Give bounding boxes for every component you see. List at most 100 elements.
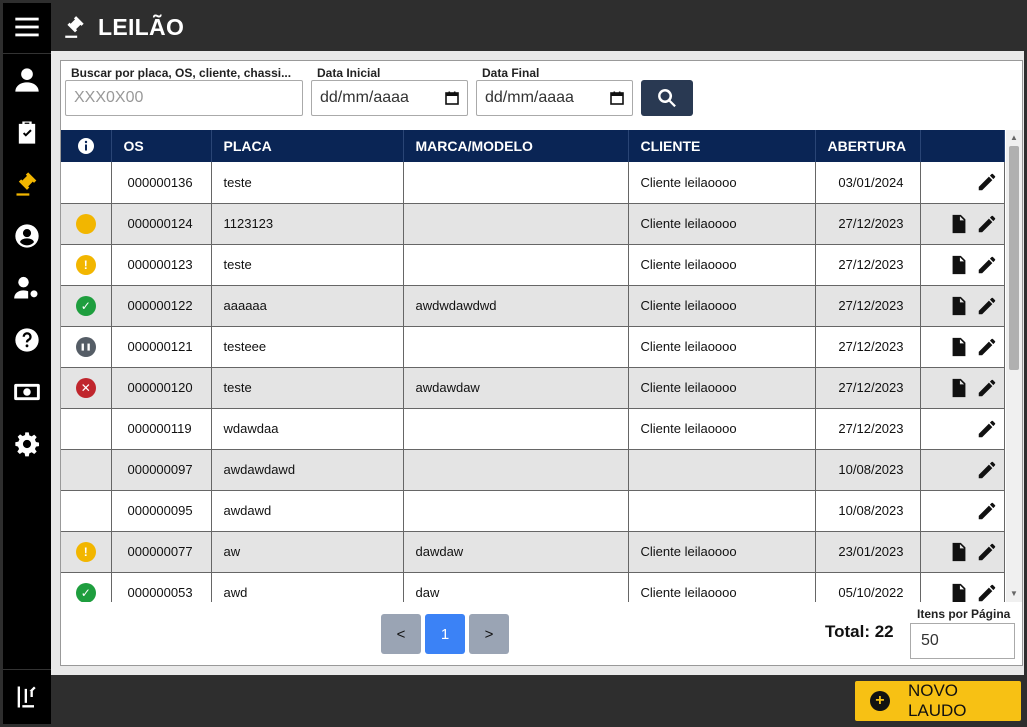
cliente-cell bbox=[628, 490, 816, 532]
abertura-cell: 27/12/2023 bbox=[815, 285, 921, 327]
table-row[interactable]: ✕ 000000120 teste awdawdaw Cliente leilaoooo… bbox=[61, 367, 1005, 409]
placa-cell: teste bbox=[211, 244, 404, 286]
account-circle-icon[interactable] bbox=[3, 212, 51, 260]
user-settings-icon[interactable] bbox=[3, 264, 51, 312]
table-row[interactable]: 000000136 teste Cliente leilaoooo 03/01/202… bbox=[61, 162, 1005, 204]
actions-cell bbox=[920, 326, 1005, 368]
placa-cell: teste bbox=[211, 367, 404, 409]
modelo-cell: awdwdawdwd bbox=[403, 285, 629, 327]
calendar-icon[interactable] bbox=[445, 91, 459, 105]
column-header-cliente[interactable]: CLIENTE bbox=[628, 130, 816, 162]
current-page-button[interactable]: 1 bbox=[425, 614, 465, 654]
modelo-cell bbox=[403, 244, 629, 286]
next-page-button[interactable]: > bbox=[469, 614, 509, 654]
column-header-actions bbox=[920, 130, 1005, 162]
os-cell: 000000124 bbox=[111, 203, 212, 245]
help-icon[interactable] bbox=[3, 316, 51, 364]
table-row[interactable]: 000000119 wdawdaa Cliente leilaoooo 27/12/2… bbox=[61, 408, 1005, 450]
scroll-down-arrow[interactable]: ▼ bbox=[1009, 588, 1019, 598]
status-warning-icon: ! bbox=[75, 541, 96, 562]
column-header-abertura[interactable]: ABERTURA bbox=[815, 130, 921, 162]
new-report-button[interactable]: + NOVO LAUDO bbox=[855, 681, 1021, 721]
status-paused-icon: ❚❚ bbox=[75, 336, 96, 357]
edit-icon[interactable] bbox=[976, 213, 998, 235]
abertura-cell: 27/12/2023 bbox=[815, 326, 921, 368]
document-icon[interactable] bbox=[948, 582, 970, 603]
table-row[interactable]: ✓ 000000053 awd daw Cliente leilaoooo 05/10/2… bbox=[61, 572, 1005, 603]
end-date-input[interactable]: dd/mm/aaaa bbox=[476, 80, 633, 116]
edit-icon[interactable] bbox=[976, 582, 998, 603]
scroll-up-arrow[interactable]: ▲ bbox=[1009, 132, 1019, 142]
edit-icon[interactable] bbox=[976, 171, 998, 193]
money-icon[interactable] bbox=[3, 368, 51, 416]
table-row[interactable]: 000000095 awdawd 10/08/2023 bbox=[61, 490, 1005, 532]
table-scrollbar[interactable]: ▲ ▼ bbox=[1006, 130, 1022, 602]
column-header-os[interactable]: OS bbox=[111, 130, 212, 162]
edit-icon[interactable] bbox=[976, 377, 998, 399]
gavel-icon[interactable] bbox=[3, 160, 51, 208]
edit-icon[interactable] bbox=[976, 336, 998, 358]
actions-cell bbox=[920, 203, 1005, 245]
status-cell: ✓ bbox=[61, 572, 112, 602]
status-cell: ✕ bbox=[61, 367, 112, 409]
edit-icon[interactable] bbox=[976, 295, 998, 317]
document-icon[interactable] bbox=[948, 377, 970, 399]
new-report-label: NOVO LAUDO bbox=[907, 681, 967, 720]
main-content: Buscar por placa, OS, cliente, chassi...… bbox=[51, 51, 1024, 675]
cliente-cell: Cliente leilaoooo bbox=[628, 572, 816, 602]
document-icon[interactable] bbox=[948, 541, 970, 563]
placa-cell: aw bbox=[211, 531, 404, 573]
table-row[interactable]: ! 000000123 teste Cliente leilaoooo 27/12/20… bbox=[61, 244, 1005, 286]
logout-icon[interactable] bbox=[3, 673, 51, 721]
edit-icon[interactable] bbox=[976, 254, 998, 276]
placa-cell: wdawdaa bbox=[211, 408, 404, 450]
edit-icon[interactable] bbox=[976, 459, 998, 481]
abertura-cell: 10/08/2023 bbox=[815, 449, 921, 491]
column-header-placa[interactable]: PLACA bbox=[211, 130, 404, 162]
prev-page-button[interactable]: < bbox=[381, 614, 421, 654]
calendar-icon[interactable] bbox=[610, 91, 624, 105]
actions-cell bbox=[920, 367, 1005, 409]
table-row[interactable]: ✓ 000000122 aaaaaa awdwdawdwd Cliente leilao… bbox=[61, 285, 1005, 327]
document-icon[interactable] bbox=[948, 336, 970, 358]
status-cell bbox=[61, 490, 112, 532]
os-cell: 000000097 bbox=[111, 449, 212, 491]
column-header-marca-modelo[interactable]: MARCA/MODELO bbox=[403, 130, 629, 162]
search-input[interactable]: XXX0X00 bbox=[65, 80, 303, 116]
table-row[interactable]: 000000097 awdawdawd 10/08/2023 bbox=[61, 449, 1005, 491]
document-icon[interactable] bbox=[948, 213, 970, 235]
scroll-thumb[interactable] bbox=[1009, 146, 1019, 370]
table-row[interactable]: 000000124 1123123 Cliente leilaoooo 27/12/2… bbox=[61, 203, 1005, 245]
table-row[interactable]: ! 000000077 aw dawdaw Cliente leilaoooo 23/01… bbox=[61, 531, 1005, 573]
cliente-cell: Cliente leilaoooo bbox=[628, 162, 816, 204]
status-cell: ✓ bbox=[61, 285, 112, 327]
edit-icon[interactable] bbox=[976, 418, 998, 440]
results-table-container: OS PLACA MARCA/MODELO CLIENTE ABERTURA 0… bbox=[61, 130, 1006, 602]
os-cell: 000000120 bbox=[111, 367, 212, 409]
status-cell bbox=[61, 203, 112, 245]
items-per-page-input[interactable]: 50 bbox=[910, 623, 1015, 659]
edit-icon[interactable] bbox=[976, 541, 998, 563]
os-cell: 000000122 bbox=[111, 285, 212, 327]
status-warning-icon: ! bbox=[75, 254, 96, 275]
menu-icon[interactable] bbox=[3, 3, 51, 51]
start-date-input[interactable]: dd/mm/aaaa bbox=[311, 80, 468, 116]
actions-cell bbox=[920, 490, 1005, 532]
settings-icon[interactable] bbox=[3, 420, 51, 468]
document-icon[interactable] bbox=[948, 295, 970, 317]
placa-cell: teste bbox=[211, 162, 404, 204]
cliente-cell: Cliente leilaoooo bbox=[628, 367, 816, 409]
clipboard-check-icon[interactable] bbox=[3, 108, 51, 156]
user-icon[interactable] bbox=[3, 56, 51, 104]
placa-cell: testeee bbox=[211, 326, 404, 368]
edit-icon[interactable] bbox=[976, 500, 998, 522]
modelo-cell bbox=[403, 408, 629, 450]
status-cell: ! bbox=[61, 244, 112, 286]
document-icon[interactable] bbox=[948, 254, 970, 276]
status-cell bbox=[61, 408, 112, 450]
placa-cell: aaaaaa bbox=[211, 285, 404, 327]
placa-cell: awdawdawd bbox=[211, 449, 404, 491]
search-button[interactable] bbox=[641, 80, 693, 116]
actions-cell bbox=[920, 285, 1005, 327]
table-row[interactable]: ❚❚ 000000121 testeee Cliente leilaoooo 27/12… bbox=[61, 326, 1005, 368]
